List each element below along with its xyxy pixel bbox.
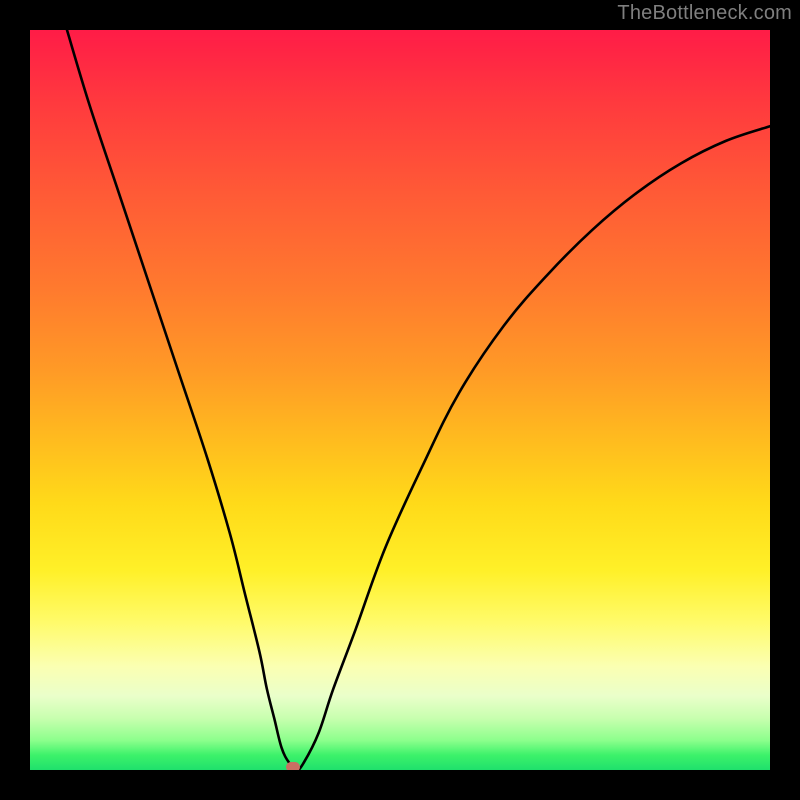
optimal-point-marker bbox=[286, 762, 300, 770]
chart-root: TheBottleneck.com bbox=[0, 0, 800, 800]
plot-area bbox=[30, 30, 770, 770]
watermark-text: TheBottleneck.com bbox=[617, 2, 792, 25]
bottleneck-curve bbox=[67, 30, 770, 770]
curve-svg bbox=[30, 30, 770, 770]
